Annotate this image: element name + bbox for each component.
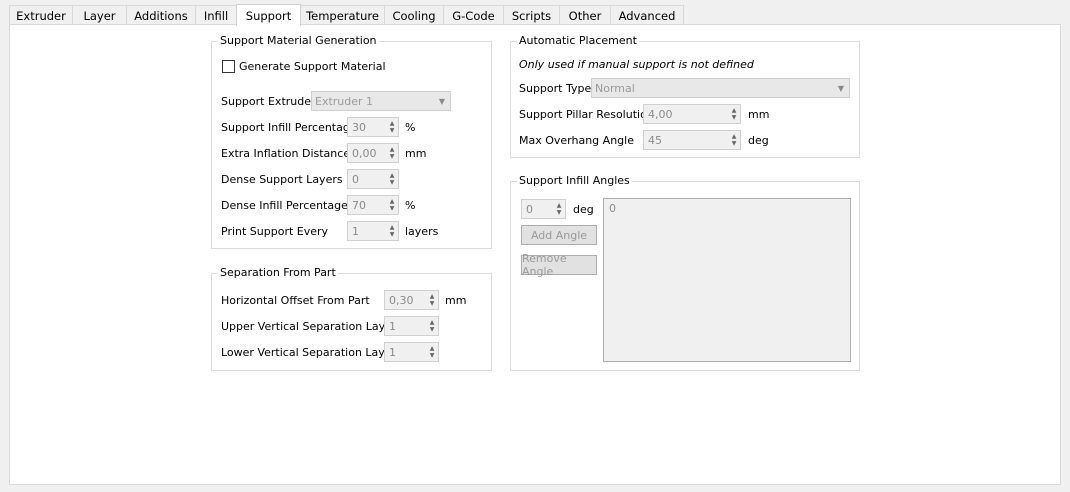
print-support-every-label: Print Support Every [221, 225, 329, 238]
support-type-select[interactable]: Normal ▼ [591, 78, 850, 98]
print-support-every-unit: layers [405, 225, 439, 238]
dense-infill-pct-unit: % [405, 199, 416, 212]
support-infill-pct-stepper[interactable]: 30 ▲ ▼ [347, 117, 399, 137]
max-overhang-value: 45 [648, 133, 662, 147]
print-support-every-stepper[interactable]: 1 ▲ ▼ [347, 221, 399, 241]
support-panel: Support Material Generation Generate Sup… [9, 24, 1061, 485]
support-type-value: Normal [595, 81, 635, 95]
support-extruder-select[interactable]: Extruder 1 ▼ [311, 91, 451, 111]
support-extruder-label: Support Extruder [221, 95, 316, 108]
group-title: Support Material Generation [218, 34, 379, 48]
group-title: Support Infill Angles [517, 174, 632, 188]
group-title: Separation From Part [218, 266, 338, 280]
support-generation-group: Support Material Generation Generate Sup… [211, 34, 492, 249]
tab-extruder[interactable]: Extruder [9, 5, 73, 25]
dense-support-layers-stepper[interactable]: 0 ▲ ▼ [347, 169, 399, 189]
spin-arrows-icon[interactable]: ▲ ▼ [386, 196, 398, 214]
tab-additions[interactable]: Additions [126, 5, 196, 25]
upper-separation-label: Upper Vertical Separation Layers [221, 320, 403, 333]
tab-other[interactable]: Other [559, 5, 611, 25]
dense-support-layers-value: 0 [352, 172, 359, 186]
horizontal-offset-label: Horizontal Offset From Part [221, 294, 370, 307]
angle-unit: deg [573, 203, 594, 216]
support-infill-pct-unit: % [405, 121, 416, 134]
upper-separation-stepper[interactable]: 1 ▲ ▼ [384, 316, 439, 336]
horizontal-offset-stepper[interactable]: 0,30 ▲ ▼ [384, 290, 439, 310]
lower-separation-value: 1 [389, 345, 396, 359]
support-type-label: Support Type [519, 82, 592, 95]
automatic-note: Only used if manual support is not defin… [519, 58, 754, 71]
angles-list[interactable]: 0 [603, 198, 851, 362]
print-support-every-value: 1 [352, 224, 359, 238]
pillar-resolution-label: Support Pillar Resolution [519, 108, 654, 121]
extra-inflation-label: Extra Inflation Distance [221, 147, 351, 160]
spin-arrows-icon[interactable]: ▲ ▼ [386, 144, 398, 162]
tab-advanced[interactable]: Advanced [610, 5, 684, 25]
pillar-resolution-value: 4,00 [648, 107, 673, 121]
spin-arrows-icon[interactable]: ▲ ▼ [426, 343, 438, 361]
spin-arrows-icon[interactable]: ▲ ▼ [386, 118, 398, 136]
spin-arrows-icon[interactable]: ▲ ▼ [386, 170, 398, 188]
spin-arrows-icon[interactable]: ▲ ▼ [426, 291, 438, 309]
pillar-resolution-stepper[interactable]: 4,00 ▲ ▼ [643, 104, 741, 124]
support-extruder-value: Extruder 1 [315, 94, 374, 108]
generate-support-label[interactable]: Generate Support Material [239, 60, 386, 74]
lower-separation-label: Lower Vertical Separation Layers [221, 346, 402, 359]
dense-support-layers-label: Dense Support Layers [221, 173, 343, 186]
max-overhang-unit: deg [748, 134, 769, 147]
support-infill-angles-group: Support Infill Angles 0 ▲ ▼ deg Add Angle… [510, 174, 860, 371]
tab-gcode[interactable]: G-Code [443, 5, 504, 25]
max-overhang-stepper[interactable]: 45 ▲ ▼ [643, 130, 741, 150]
max-overhang-label: Max Overhang Angle [519, 134, 634, 147]
pillar-resolution-unit: mm [748, 108, 770, 121]
tab-temperature[interactable]: Temperature [300, 5, 385, 25]
automatic-placement-group: Automatic Placement Only used if manual … [510, 34, 860, 158]
spin-arrows-icon[interactable]: ▲ ▼ [386, 222, 398, 240]
remove-angle-button[interactable]: Remove Angle [521, 252, 597, 278]
angle-stepper[interactable]: 0 ▲ ▼ [521, 199, 566, 219]
add-angle-button[interactable]: Add Angle [521, 225, 597, 245]
list-item[interactable]: 0 [609, 202, 616, 215]
chevron-down-icon: ▼ [438, 96, 446, 106]
lower-separation-stepper[interactable]: 1 ▲ ▼ [384, 342, 439, 362]
support-infill-pct-label: Support Infill Percentage [221, 121, 357, 134]
spin-arrows-icon[interactable]: ▲ ▼ [553, 200, 565, 218]
dense-infill-pct-label: Dense Infill Percentage [221, 199, 348, 212]
extra-inflation-stepper[interactable]: 0,00 ▲ ▼ [347, 143, 399, 163]
tab-cooling[interactable]: Cooling [384, 5, 444, 25]
tab-scripts[interactable]: Scripts [503, 5, 560, 25]
tab-layer[interactable]: Layer [72, 5, 127, 25]
horizontal-offset-value: 0,30 [389, 293, 414, 307]
horizontal-offset-unit: mm [445, 294, 467, 307]
separation-group: Separation From Part Horizontal Offset F… [211, 266, 492, 371]
spin-arrows-icon[interactable]: ▲ ▼ [426, 317, 438, 335]
support-infill-pct-value: 30 [352, 120, 366, 134]
extra-inflation-unit: mm [405, 147, 427, 160]
angle-value: 0 [526, 202, 533, 216]
dense-infill-pct-stepper[interactable]: 70 ▲ ▼ [347, 195, 399, 215]
tab-infill[interactable]: Infill [195, 5, 237, 25]
spin-arrows-icon[interactable]: ▲ ▼ [728, 105, 740, 123]
extra-inflation-value: 0,00 [352, 146, 377, 160]
dense-infill-pct-value: 70 [352, 198, 366, 212]
group-title: Automatic Placement [517, 34, 639, 48]
tab-support[interactable]: Support [236, 4, 301, 26]
generate-support-checkbox[interactable] [222, 60, 235, 73]
spin-arrows-icon[interactable]: ▲ ▼ [728, 131, 740, 149]
upper-separation-value: 1 [389, 319, 396, 333]
chevron-down-icon: ▼ [837, 83, 845, 93]
